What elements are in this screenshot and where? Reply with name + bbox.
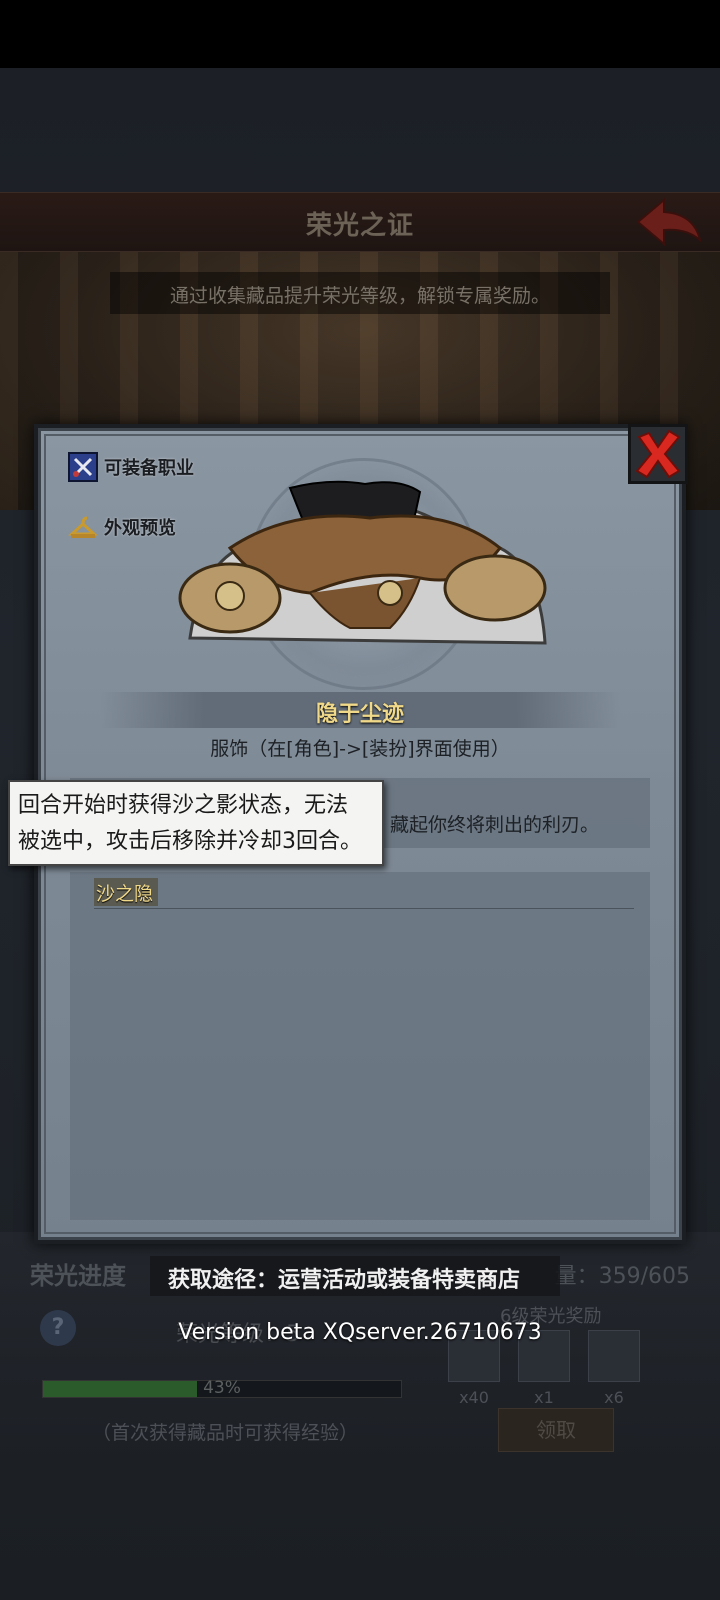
back-arrow-icon[interactable]	[634, 196, 704, 248]
reward-count: x40	[459, 1388, 489, 1407]
item-name: 隐于尘迹	[315, 702, 404, 727]
hanger-icon	[68, 516, 98, 538]
equip-class-label: 可装备职业	[104, 458, 194, 479]
tooltip-line: 被选中，攻击后移除并冷却3回合。	[18, 829, 362, 854]
item-description: 藏起你终将刺出的利刃。	[390, 814, 600, 836]
exp-hint: （首次获得藏品时可获得经验）	[91, 1422, 358, 1444]
skill-panel	[70, 872, 650, 1220]
page-title: 荣光之证	[305, 211, 414, 241]
reward-count: x1	[534, 1388, 554, 1407]
progress-percent: 43%	[203, 1378, 241, 1398]
cloak-item-image	[178, 480, 547, 645]
version-label: Version beta XQserver.26710673	[178, 1320, 542, 1345]
divider	[94, 908, 634, 909]
swords-icon	[68, 452, 98, 482]
acquisition-source: 获取途径：运营活动或装备特卖商店	[168, 1268, 521, 1293]
skill-name[interactable]: 沙之隐	[96, 879, 153, 906]
reward-count: x6	[604, 1388, 624, 1407]
item-type: 服饰（在[角色]->[装扮]界面使用）	[210, 738, 510, 760]
claim-button[interactable]: 领取	[498, 1408, 614, 1452]
appearance-preview-label: 外观预览	[104, 518, 176, 539]
appearance-preview-button[interactable]: 外观预览	[68, 510, 176, 544]
tooltip-line: 回合开始时获得沙之影状态，无法	[18, 793, 349, 818]
page-subtitle: 通过收集藏品提升荣光等级，解锁专属奖励。	[169, 285, 550, 307]
skill-tooltip: 回合开始时获得沙之影状态，无法 被选中，攻击后移除并冷却3回合。	[8, 780, 384, 866]
progress-title: 荣光进度	[30, 1262, 126, 1290]
collection-count: 量：359/605	[554, 1264, 690, 1289]
close-button[interactable]	[628, 424, 688, 484]
close-icon	[635, 429, 681, 479]
status-bar	[0, 0, 720, 68]
